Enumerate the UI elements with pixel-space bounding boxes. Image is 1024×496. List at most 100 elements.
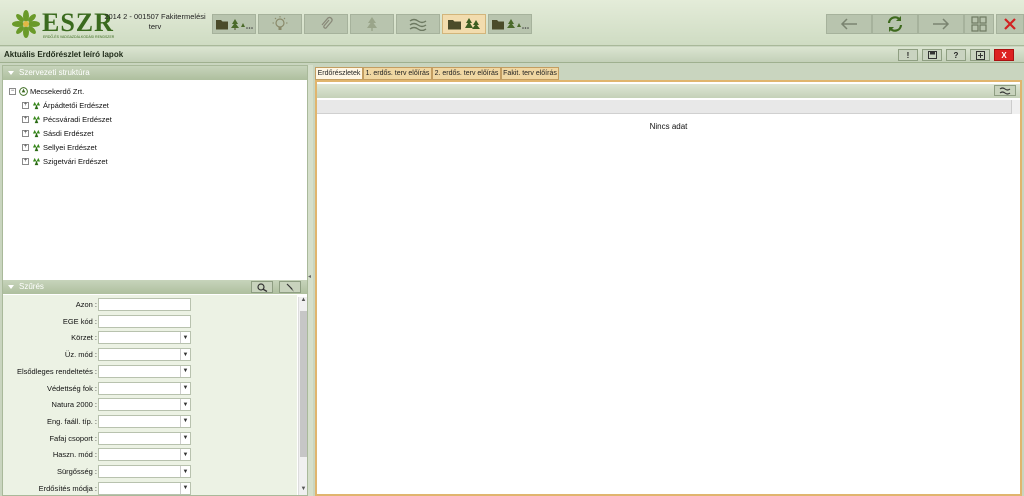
filter-row: Üz. mód : ▼ (3, 347, 297, 363)
company-icon (19, 86, 28, 96)
grid-header (317, 100, 1020, 114)
folder-forest-icon (448, 18, 480, 30)
filter-select[interactable]: ▼ (98, 431, 191, 445)
expand-toggle-icon[interactable]: + (22, 115, 29, 123)
collapse-icon (8, 71, 14, 75)
filter-label: Körzet : (71, 333, 97, 343)
expand-toggle-icon[interactable]: + (22, 143, 29, 151)
tree-root[interactable]: − Mecsekerdő Zrt. (9, 84, 112, 98)
folder-trees-alt-button[interactable] (488, 14, 532, 34)
filter-select[interactable]: ▼ (98, 414, 191, 428)
maximize-icon (975, 50, 985, 60)
filter-label: Erdősítés módja : (38, 483, 97, 493)
filter-select[interactable]: ▼ (98, 381, 191, 395)
expand-toggle-icon[interactable]: + (22, 129, 29, 137)
collapse-toggle-icon[interactable]: − (9, 87, 16, 95)
grid-scrollbar[interactable] (1011, 100, 1020, 114)
filter-row: Haszn. mód : ▼ (3, 447, 297, 463)
dropdown-arrow-icon[interactable]: ▼ (180, 365, 190, 377)
window-close-button[interactable]: X (994, 49, 1014, 61)
right-panel: Erdőrészletek 1. erdős. terv előírás 2. … (313, 65, 1024, 496)
close-icon (1004, 18, 1016, 30)
filter-row: Natura 2000 : ▼ (3, 397, 297, 413)
filter-input[interactable] (98, 314, 191, 328)
filter-label: Üz. mód : (64, 350, 97, 360)
filter-header[interactable]: Szűrés (3, 280, 307, 294)
filter-input[interactable] (98, 298, 191, 311)
logo-subtext: ERDŐ-ÉS VADGAZDÁLKODÁSI RENDSZER (43, 35, 115, 39)
tree-item[interactable]: + Pécsváradi Erdészet (9, 112, 112, 126)
filter-label: Sürgősség : (56, 467, 97, 476)
app-header: ESZR ERDŐ-ÉS VADGAZDÁLKODÁSI RENDSZER 20… (0, 0, 1024, 46)
attachment-button[interactable] (304, 14, 348, 34)
tree-item[interactable]: + Sellyei Erdészet (9, 140, 112, 154)
scroll-down-icon[interactable]: ▼ (299, 486, 308, 495)
alert-button[interactable]: ! (898, 49, 918, 61)
forestry-icon (32, 101, 41, 109)
search-button[interactable] (251, 281, 273, 293)
scroll-thumb[interactable] (300, 311, 307, 457)
org-structure-header[interactable]: Szervezeti struktúra (3, 66, 307, 80)
org-structure-title: Szervezeti struktúra (19, 68, 90, 77)
tab-erdos-terv-2[interactable]: 2. erdős. terv előírás (432, 67, 501, 80)
waves-button[interactable] (396, 14, 440, 34)
dropdown-arrow-icon[interactable]: ▼ (180, 415, 190, 427)
grid-options-button[interactable] (994, 85, 1016, 96)
filter-select[interactable]: ▼ (98, 364, 191, 378)
broom-icon (286, 283, 294, 292)
app-close-button[interactable] (996, 14, 1024, 34)
dropdown-arrow-icon[interactable]: ▼ (180, 332, 190, 344)
filter-label: Elsődleges rendeltetés : (16, 366, 97, 376)
refresh-button[interactable] (872, 14, 918, 34)
dropdown-arrow-icon[interactable]: ▼ (180, 482, 190, 494)
tree-item[interactable]: + Szigetvári Erdészet (9, 154, 112, 168)
forestry-icon (32, 143, 41, 151)
org-tree: − Mecsekerdő Zrt. + Árpádtetői Erdészet … (9, 84, 112, 168)
arrow-left-icon (840, 18, 857, 30)
filter-select[interactable]: ▼ (98, 331, 191, 345)
dropdown-arrow-icon[interactable]: ▼ (180, 349, 190, 361)
clear-filter-button[interactable] (279, 281, 301, 293)
filter-scrollbar[interactable]: ▲ ▼ (298, 297, 307, 495)
empty-message: Nincs adat (649, 122, 688, 131)
layout-button[interactable] (964, 14, 994, 34)
filter-select[interactable]: ▼ (98, 398, 191, 412)
dropdown-arrow-icon[interactable]: ▼ (180, 399, 190, 411)
filter-label: Natura 2000 : (51, 400, 97, 410)
tree-item-label: Szigetvári Erdészet (43, 156, 108, 166)
help-button[interactable]: ? (946, 49, 966, 61)
filter-select[interactable]: ▼ (98, 465, 191, 478)
dropdown-arrow-icon[interactable]: ▼ (180, 466, 190, 477)
tree-item[interactable]: + Árpádtetői Erdészet (9, 98, 112, 112)
idea-button[interactable] (258, 14, 302, 34)
filter-select[interactable]: ▼ (98, 348, 191, 362)
filter-row: EGE kód : (3, 314, 297, 330)
dropdown-arrow-icon[interactable]: ▼ (180, 449, 190, 461)
maximize-button[interactable] (970, 49, 990, 61)
save-button[interactable] (922, 49, 942, 61)
folder-trees-button[interactable] (212, 14, 256, 34)
expand-toggle-icon[interactable]: + (22, 157, 29, 165)
dropdown-arrow-icon[interactable]: ▼ (180, 382, 190, 394)
filter-row: Védettség fok : ▼ (3, 381, 297, 397)
tab-erdos-terv-1[interactable]: 1. erdős. terv előírás (363, 67, 432, 80)
folder-trees-icon (216, 19, 253, 30)
filter-row: Azon : (3, 297, 297, 313)
scroll-up-icon[interactable]: ▲ (299, 297, 308, 306)
filter-select[interactable]: ▼ (98, 448, 191, 462)
expand-toggle-icon[interactable]: + (22, 101, 29, 109)
folder-forest-button[interactable] (442, 14, 486, 34)
tab-fakit-terv[interactable]: Fakit. terv előírás (501, 67, 559, 80)
filter-select[interactable]: ▼ (98, 481, 191, 495)
back-button[interactable] (826, 14, 872, 34)
close-x-icon: X (1001, 50, 1007, 60)
tree-item[interactable]: + Sásdi Erdészet (9, 126, 112, 140)
forestry-icon (32, 115, 41, 123)
refresh-icon (887, 16, 903, 32)
dropdown-arrow-icon[interactable]: ▼ (180, 432, 190, 444)
tab-erdoreszletek[interactable]: Erdőrészletek (315, 67, 363, 80)
tree-button[interactable] (350, 14, 394, 34)
left-panel: Szervezeti struktúra − Mecsekerdő Zrt. +… (2, 65, 308, 496)
forward-button[interactable] (918, 14, 964, 34)
tree-item-label: Árpádtetői Erdészet (43, 100, 109, 110)
